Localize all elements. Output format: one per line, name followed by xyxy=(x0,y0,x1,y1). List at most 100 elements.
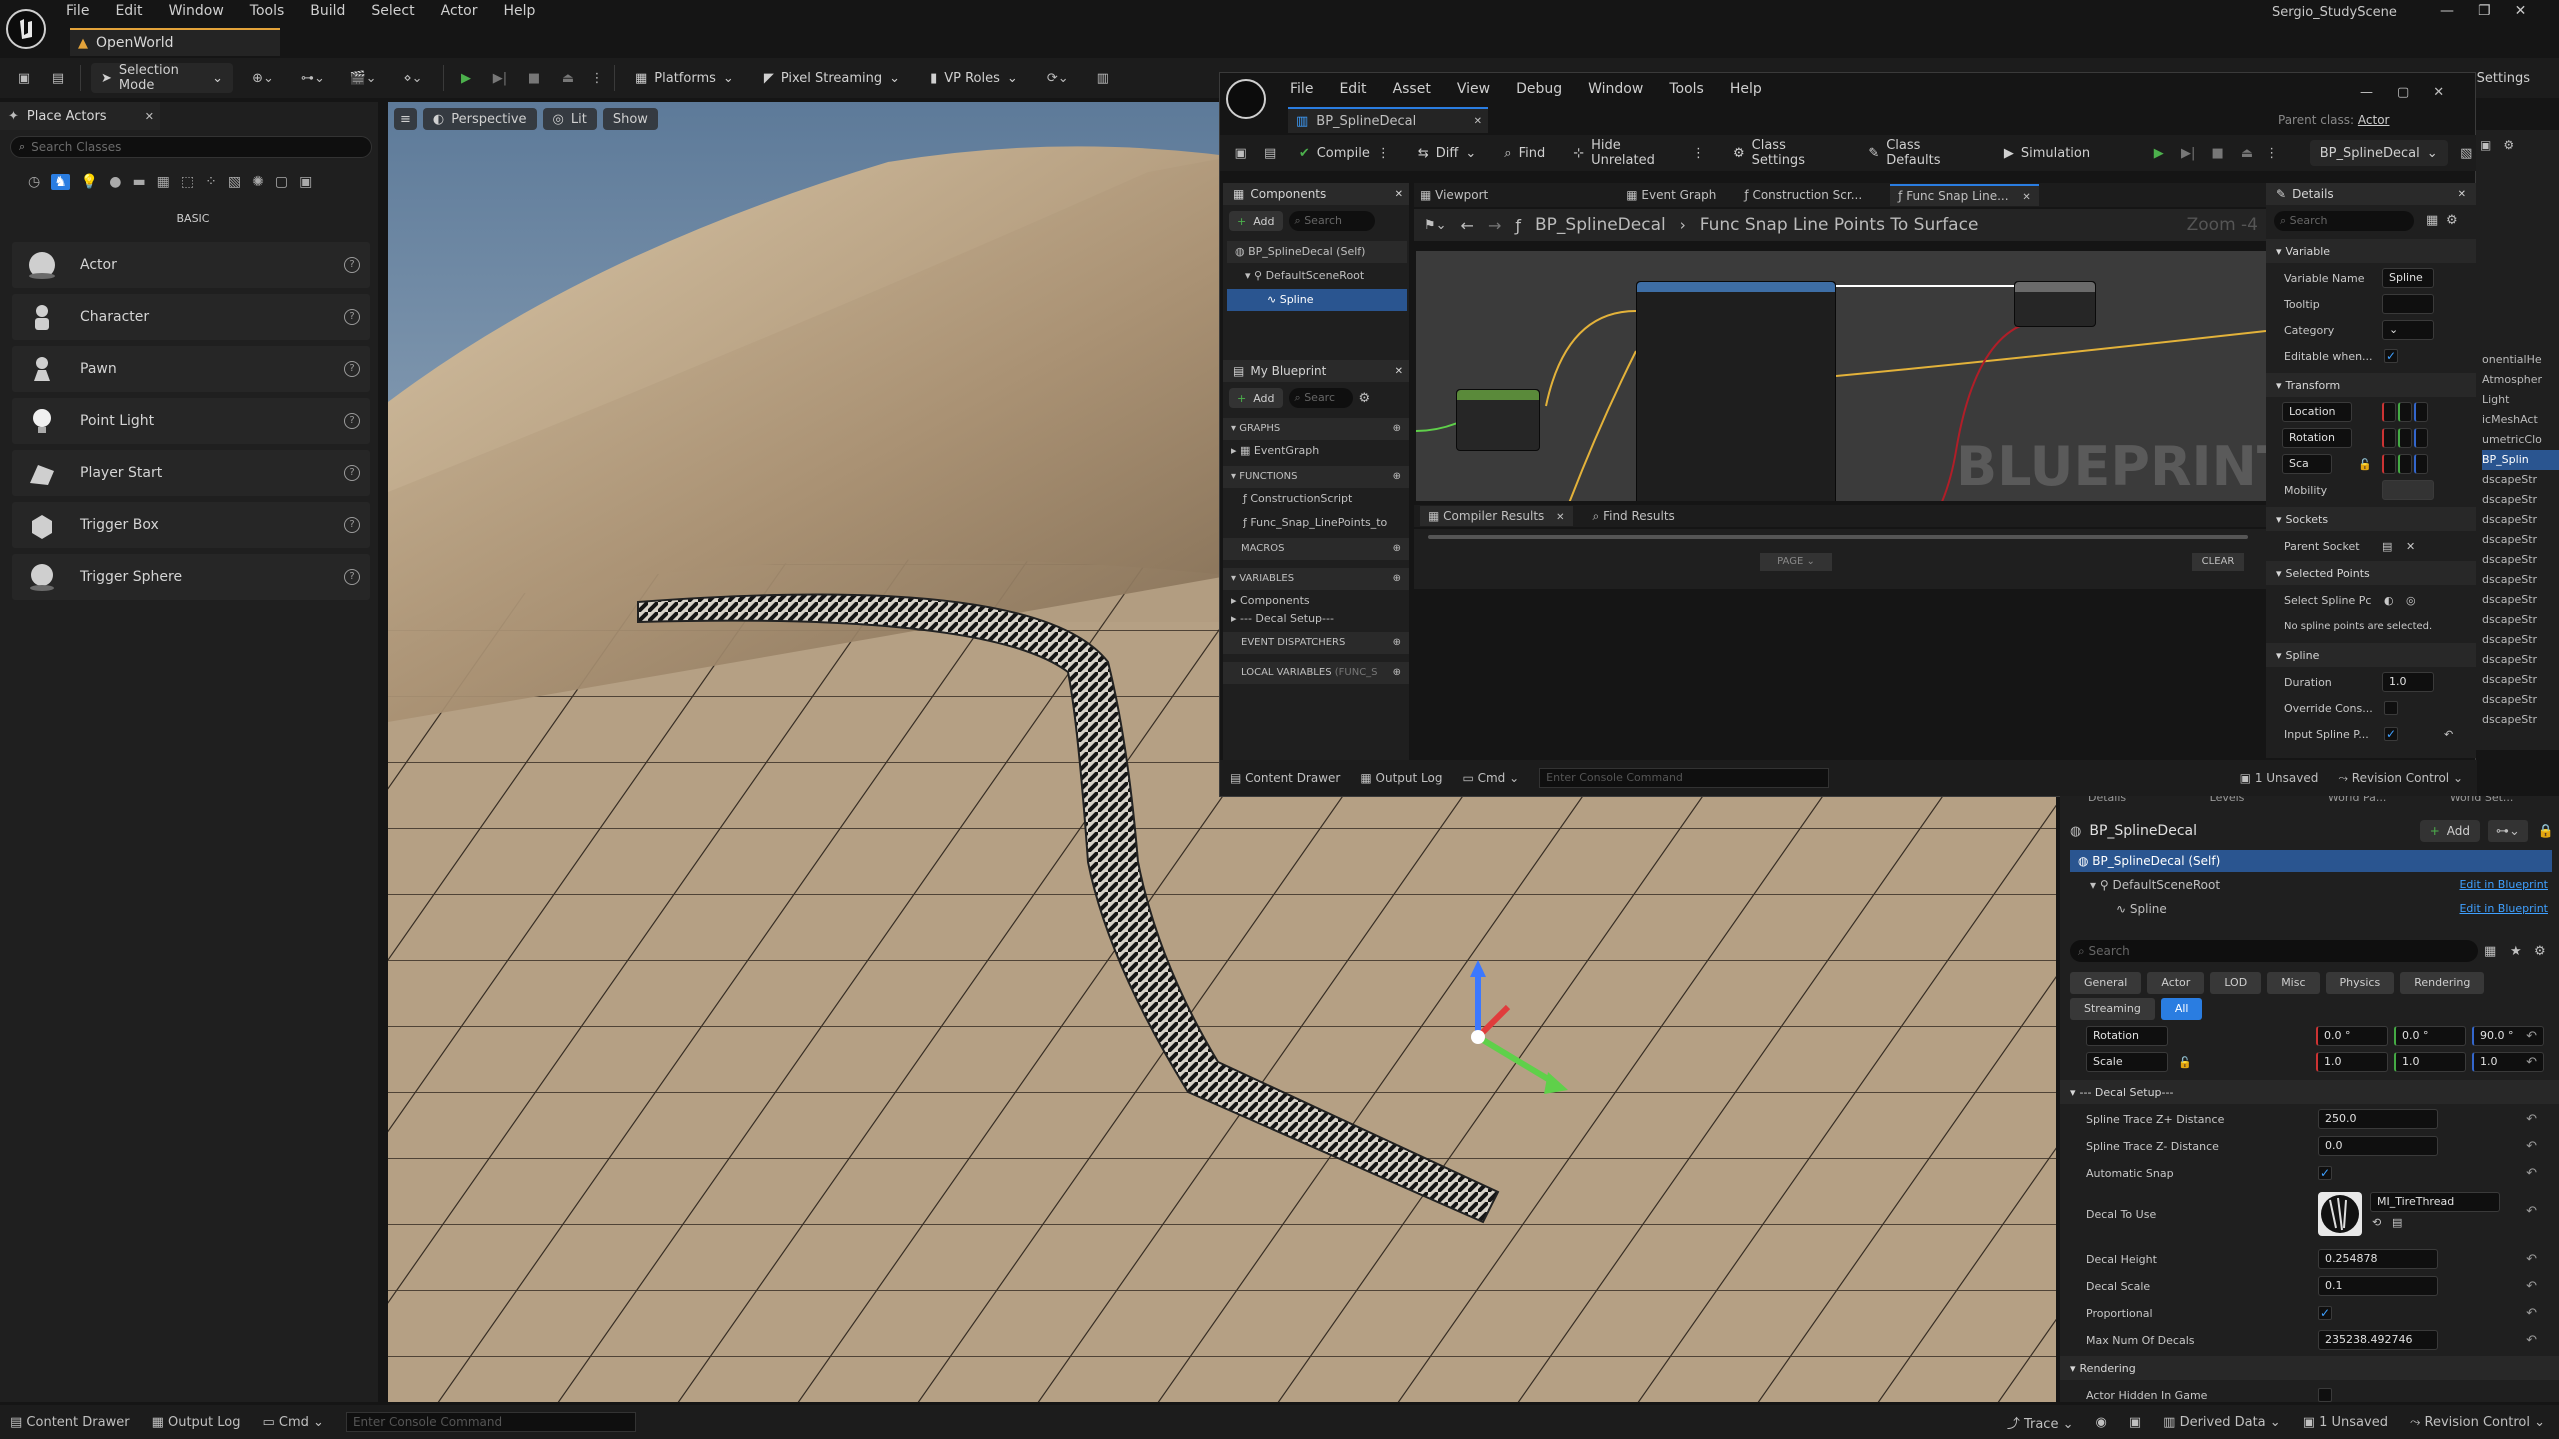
menu-actor[interactable]: Actor xyxy=(441,3,478,19)
blueprint-icon[interactable]: ⊶⌄ xyxy=(293,71,333,86)
breadcrumb-root[interactable]: BP_SplineDecal xyxy=(1535,215,1666,235)
basic-category-icon[interactable]: ♞ xyxy=(51,174,70,190)
reset-icon[interactable]: ↶ xyxy=(2526,1306,2537,1321)
maximize-icon[interactable]: ▢ xyxy=(2397,85,2409,100)
hide-unrelated-button[interactable]: ⊹ Hide Unrelated ⋮ xyxy=(1563,138,1715,168)
section-transform[interactable]: ▾ Transform xyxy=(2266,373,2476,397)
gear-icon[interactable]: ⚙ xyxy=(2503,138,2514,152)
section-decal-setup[interactable]: ▾ --- Decal Setup--- xyxy=(2060,1080,2559,1104)
add-function-icon[interactable]: ⊕ xyxy=(1393,466,1401,488)
reset-icon[interactable]: ↶ xyxy=(2526,1279,2537,1294)
component-spline[interactable]: ∿ Spline xyxy=(1227,289,1407,311)
decal-asset-select[interactable]: MI_TireThread xyxy=(2370,1192,2500,1212)
console-input[interactable]: Enter Console Command xyxy=(1539,768,1830,788)
outliner-row[interactable]: dscapeStr xyxy=(2482,710,2559,730)
menu-build[interactable]: Build xyxy=(310,3,345,19)
place-actors-tab[interactable]: ✦ Place Actors ✕ xyxy=(0,102,160,130)
find-asset-icon[interactable]: ▤ xyxy=(2392,1216,2402,1229)
box-icon[interactable]: ▢ xyxy=(275,174,288,190)
outliner-row[interactable]: Light xyxy=(2482,390,2559,410)
platforms-button[interactable]: ▦ Platforms ⌄ xyxy=(625,63,744,93)
class-search-input[interactable]: Search Classes xyxy=(31,140,121,154)
editable-checkbox[interactable]: ✓ xyxy=(2384,349,2398,363)
pixel-streaming-button[interactable]: ◤ Pixel Streaming ⌄ xyxy=(754,63,910,93)
debug-filter-icon[interactable]: ▧ xyxy=(2456,146,2477,161)
content-drawer-button[interactable]: ▤ Content Drawer xyxy=(1230,771,1340,785)
table-view-icon[interactable]: ▦ xyxy=(2484,944,2496,959)
console-input[interactable]: Enter Console Command xyxy=(345,1412,636,1432)
lights-icon[interactable]: 💡 xyxy=(81,174,98,190)
category-field[interactable]: ⌄ xyxy=(2382,320,2434,340)
override-checkbox[interactable] xyxy=(2384,701,2398,715)
class-defaults-button[interactable]: ✎ Class Defaults xyxy=(1858,138,1986,168)
help-icon[interactable]: ? xyxy=(344,361,360,377)
max-num-decals-field[interactable]: 235238.492746 xyxy=(2318,1330,2438,1350)
outliner-row[interactable]: dscapeStr xyxy=(2482,490,2559,510)
lit-button[interactable]: ◎ Lit xyxy=(542,108,597,130)
layout-icon[interactable]: ▥ xyxy=(1088,71,1118,86)
lock-icon[interactable]: 🔓 xyxy=(2178,1056,2192,1069)
graph-options-icon[interactable]: ⚑⌄ xyxy=(1424,218,1447,233)
my-blueprint-search-input[interactable]: Searc xyxy=(1304,391,1335,404)
tab-find-results[interactable]: ⌕ Find Results xyxy=(1593,509,1675,524)
input-spline-checkbox[interactable]: ✓ xyxy=(2384,727,2398,741)
outliner-row[interactable]: dscapeStr xyxy=(2482,650,2559,670)
close-tab-icon[interactable]: ✕ xyxy=(1556,512,1564,523)
all-classes-icon[interactable]: ⁘ xyxy=(205,174,217,190)
filter-streaming[interactable]: Streaming xyxy=(2070,998,2155,1020)
misc-icon[interactable]: ✺ xyxy=(252,174,264,190)
cmd-button[interactable]: ▭ Cmd ⌄ xyxy=(263,1415,324,1430)
cinematics-icon[interactable]: 🎬⌄ xyxy=(343,71,383,86)
scale-dropdown[interactable]: Scale xyxy=(2086,1052,2168,1072)
help-icon[interactable]: ? xyxy=(344,517,360,533)
stop-icon[interactable]: ■ xyxy=(2207,146,2228,161)
class-settings-button[interactable]: ⚙ Class Settings xyxy=(1723,138,1850,168)
trace-z-plus-field[interactable]: 250.0 xyxy=(2318,1109,2438,1129)
simulation-button[interactable]: ▶ Simulation xyxy=(1994,138,2100,168)
add-actor-icon[interactable]: ⊕⌄ xyxy=(243,71,283,86)
section-rendering[interactable]: ▾ Rendering xyxy=(2060,1356,2559,1380)
tab-construction-script[interactable]: ƒ Construction Scr... xyxy=(1744,188,1862,202)
record-icon[interactable]: ◉ xyxy=(2096,1415,2107,1430)
outliner-row[interactable]: dscapeStr xyxy=(2482,510,2559,530)
outliner-row[interactable]: icMeshAct xyxy=(2482,410,2559,430)
section-spline[interactable]: ▾ Spline xyxy=(2266,643,2476,667)
component-default-scene-root[interactable]: ▾ ⚲ DefaultSceneRoot xyxy=(1227,265,1407,287)
table-view-icon[interactable]: ▦ xyxy=(2426,213,2438,228)
compile-button[interactable]: ✔ Compile ⋮ xyxy=(1289,138,1400,168)
reset-icon[interactable]: ↶ xyxy=(2526,1204,2537,1219)
parent-class-value[interactable]: Actor xyxy=(2358,113,2390,127)
rotation-y[interactable] xyxy=(2398,428,2412,448)
function-construction-script[interactable]: ƒ ConstructionScript xyxy=(1243,492,1352,505)
event-dispatchers-section[interactable]: EVENT DISPATCHERS ⊕ xyxy=(1223,632,1409,654)
revision-control-button[interactable]: ⤳ Revision Control ⌄ xyxy=(2338,771,2463,786)
reset-icon[interactable]: ↶ xyxy=(2444,728,2453,741)
scale-z[interactable] xyxy=(2414,454,2428,474)
duration-field[interactable]: 1.0 xyxy=(2382,672,2434,692)
content-drawer-button[interactable]: ▤ Content Drawer xyxy=(10,1415,130,1430)
unsaved-button[interactable]: ▣ 1 Unsaved xyxy=(2240,771,2319,785)
outliner-filter-icon[interactable]: ▣ xyxy=(2480,138,2491,152)
more-icon[interactable]: ⋮ xyxy=(2265,146,2278,161)
help-icon[interactable]: ? xyxy=(344,309,360,325)
eject-icon[interactable]: ⏏ xyxy=(2236,146,2257,161)
bp-details-search-input[interactable]: Search xyxy=(2290,214,2328,227)
help-icon[interactable]: ? xyxy=(344,569,360,585)
filter-physics[interactable]: Physics xyxy=(2325,972,2395,994)
graphs-section[interactable]: ▾ GRAPHS ⊕ xyxy=(1223,418,1409,440)
tab-world-partition[interactable]: World Pa... xyxy=(2328,796,2386,804)
add-component-button[interactable]: + Add xyxy=(2419,820,2480,842)
unreal-logo[interactable] xyxy=(6,9,46,49)
my-blueprint-search[interactable]: ⌕ Searc xyxy=(1288,388,1353,408)
outliner-row[interactable]: dscapeStr xyxy=(2482,530,2559,550)
section-selected-points[interactable]: ▾ Selected Points xyxy=(2266,561,2476,585)
layers-icon[interactable]: ▣ xyxy=(299,174,312,190)
decal-thumbnail[interactable] xyxy=(2318,1192,2362,1236)
select-point-icon[interactable]: ◐ xyxy=(2384,594,2394,607)
content-browser-icon[interactable]: ▤ xyxy=(46,71,70,86)
close-tab-icon[interactable]: ✕ xyxy=(1395,366,1403,377)
close-tab-icon[interactable]: ✕ xyxy=(1474,116,1482,127)
output-log-button[interactable]: ▦ Output Log xyxy=(1360,771,1442,785)
line-trace-by-channel-node[interactable] xyxy=(1636,281,1836,501)
actor-item-trigger-sphere[interactable]: Trigger Sphere? xyxy=(12,554,370,600)
